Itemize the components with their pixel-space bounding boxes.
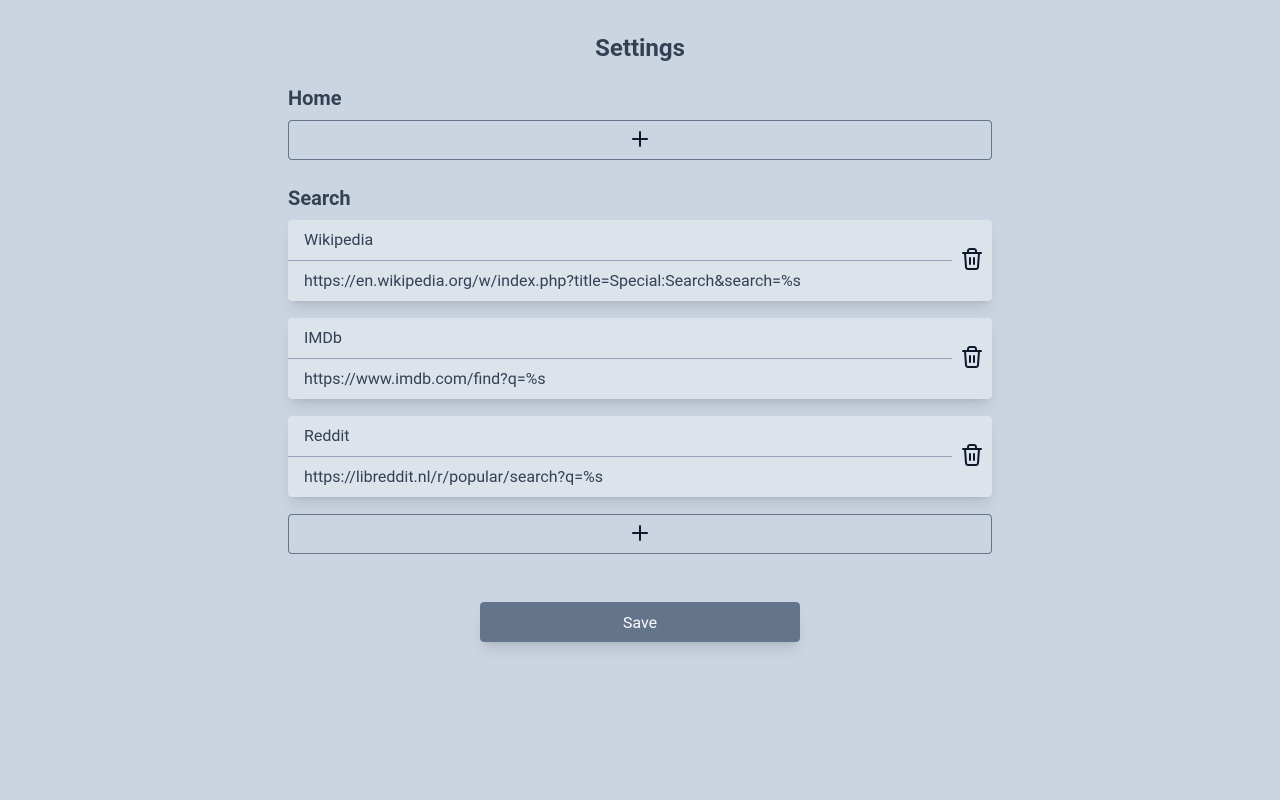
add-home-button[interactable]	[288, 120, 992, 160]
search-entry-name-field[interactable]	[288, 416, 952, 457]
search-entry	[288, 220, 992, 301]
trash-icon	[960, 247, 984, 274]
page-title: Settings	[288, 32, 992, 64]
plus-icon	[628, 521, 652, 548]
search-entry	[288, 416, 992, 497]
plus-icon	[628, 127, 652, 154]
delete-search-entry-button[interactable]	[952, 318, 992, 399]
add-search-button[interactable]	[288, 514, 992, 554]
search-entry-url-field[interactable]	[288, 359, 952, 399]
trash-icon	[960, 345, 984, 372]
search-section-title: Search	[288, 184, 992, 212]
home-section-title: Home	[288, 84, 992, 112]
trash-icon	[960, 443, 984, 470]
save-button[interactable]: Save	[480, 602, 800, 642]
delete-search-entry-button[interactable]	[952, 220, 992, 301]
home-section: Home	[288, 84, 992, 160]
search-entry	[288, 318, 992, 399]
search-section: Search	[288, 184, 992, 554]
delete-search-entry-button[interactable]	[952, 416, 992, 497]
search-entry-name-field[interactable]	[288, 318, 952, 359]
search-entry-url-field[interactable]	[288, 261, 952, 301]
search-entry-url-field[interactable]	[288, 457, 952, 497]
search-entry-name-field[interactable]	[288, 220, 952, 261]
